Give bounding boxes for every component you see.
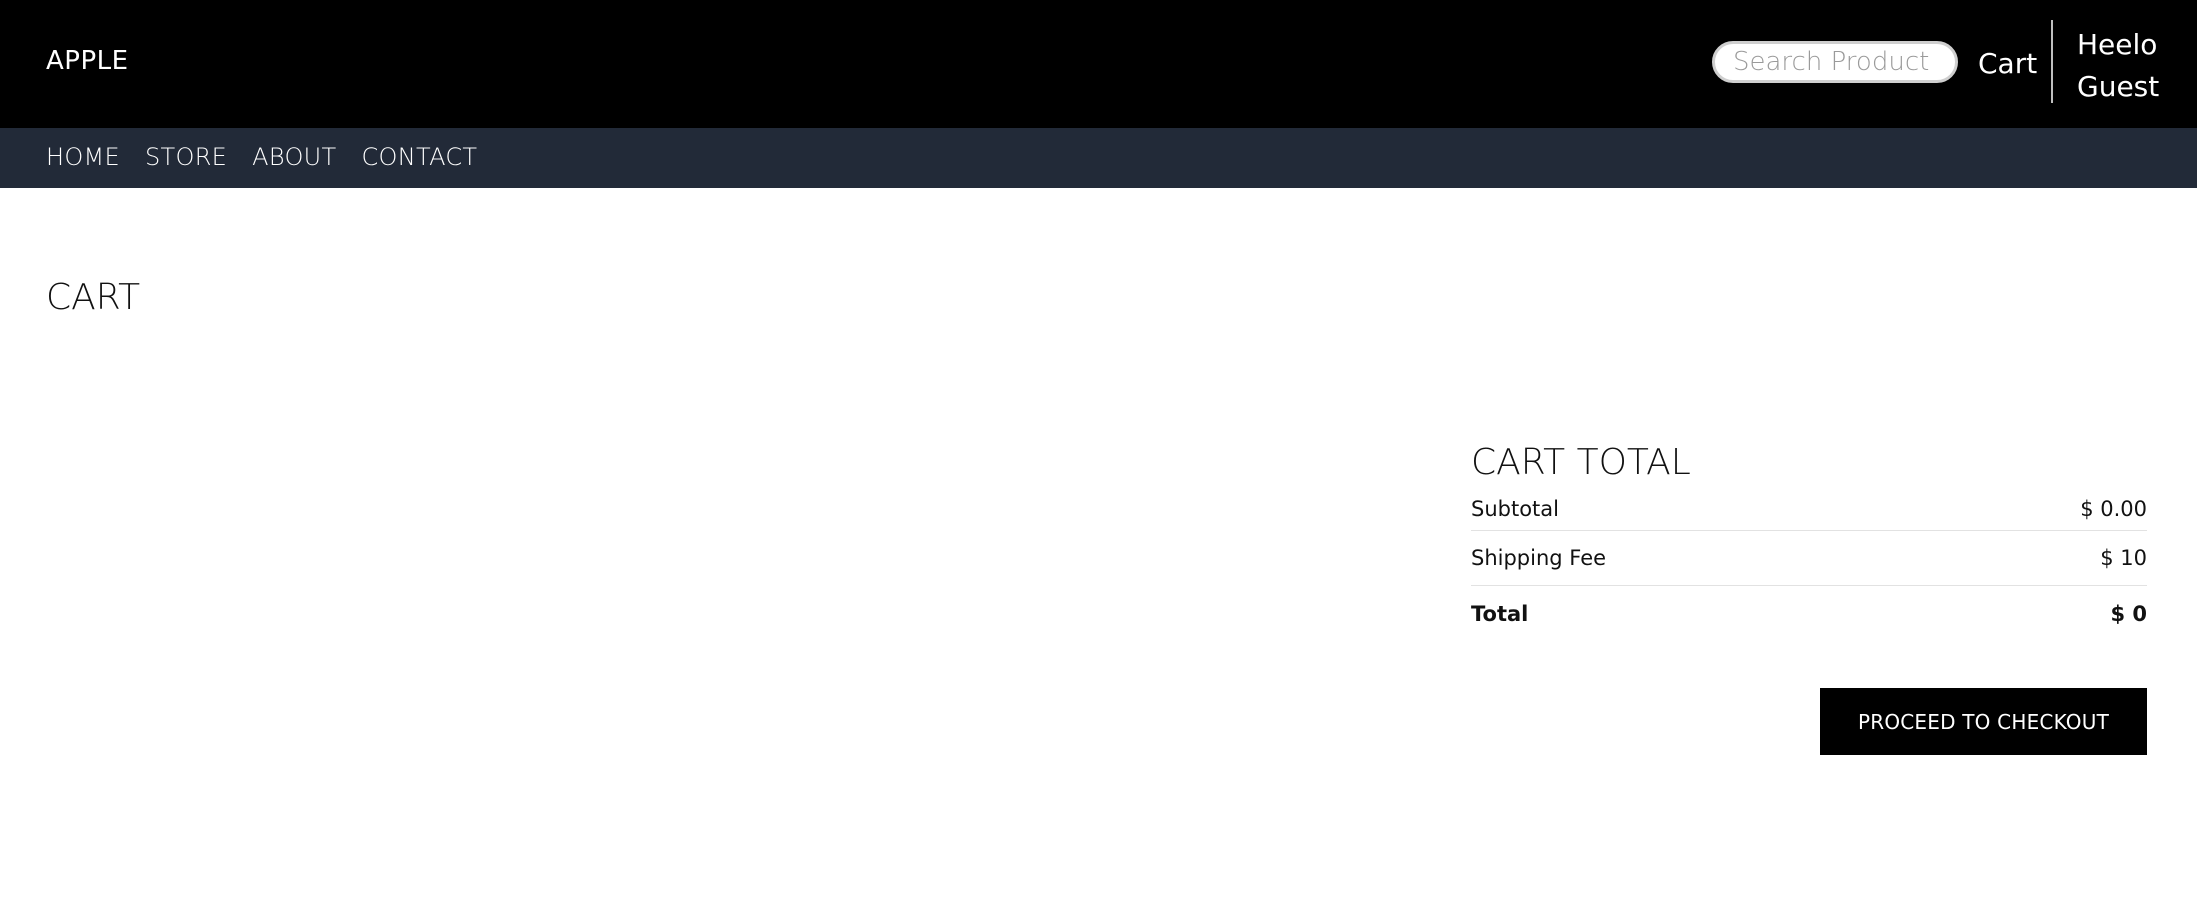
total-row: Total $ 0 <box>1471 586 2147 641</box>
cart-total-panel: CART TOTAL Subtotal $ 0.00 Shipping Fee … <box>1471 442 2147 641</box>
nav-item-about: ABOUT <box>252 143 336 171</box>
total-value: $ 0 <box>2110 601 2147 626</box>
subtotal-value: $ 0.00 <box>2080 496 2147 521</box>
nav-link-about[interactable]: ABOUT <box>252 143 336 171</box>
nav-item-contact: CONTACT <box>361 143 477 171</box>
nav-link-store[interactable]: STORE <box>145 143 227 171</box>
nav-item-store: STORE <box>145 143 227 171</box>
proceed-to-checkout-button[interactable]: PROCEED TO CHECKOUT <box>1820 688 2147 755</box>
top-header: APPLE Cart Heelo Guest <box>0 0 2197 128</box>
cart-total-heading: CART TOTAL <box>1471 442 1691 483</box>
nav-link-contact[interactable]: CONTACT <box>361 143 477 171</box>
subtotal-row: Subtotal $ 0.00 <box>1471 495 2147 531</box>
greeting-line-2: Guest <box>2077 70 2160 103</box>
greeting-line-1: Heelo <box>2077 28 2158 61</box>
nav-item-home: HOME <box>46 143 120 171</box>
main-nav: HOME STORE ABOUT CONTACT <box>0 128 2197 188</box>
shipping-label: Shipping Fee <box>1471 546 1607 570</box>
header-divider <box>2051 20 2053 103</box>
user-greeting[interactable]: Heelo Guest <box>2077 24 2177 108</box>
nav-link-home[interactable]: HOME <box>46 143 120 171</box>
search-input[interactable] <box>1712 41 1958 83</box>
page-title: CART <box>46 277 141 318</box>
shipping-value: $ 10 <box>2100 546 2147 570</box>
subtotal-label: Subtotal <box>1471 496 1559 521</box>
shipping-row: Shipping Fee $ 10 <box>1471 531 2147 586</box>
cart-link[interactable]: Cart <box>1978 47 2037 80</box>
nav-list: HOME STORE ABOUT CONTACT <box>46 143 502 171</box>
brand-logo[interactable]: APPLE <box>46 46 129 76</box>
total-label: Total <box>1471 601 1529 626</box>
